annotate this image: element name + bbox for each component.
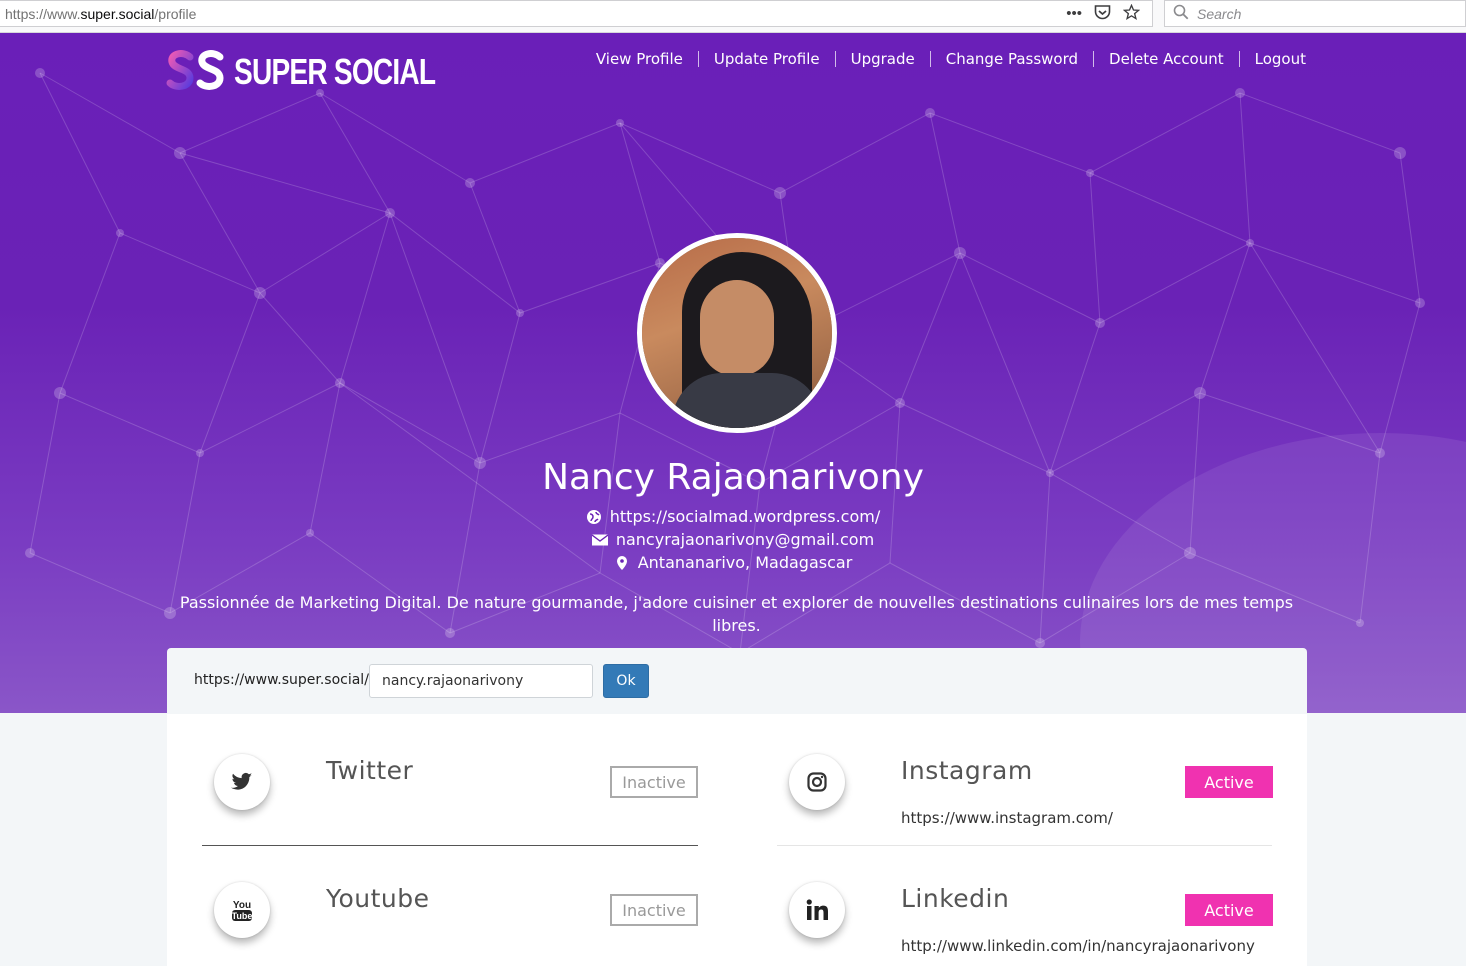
svg-text:You: You	[233, 900, 251, 911]
envelope-icon	[591, 533, 608, 545]
social-networks-panel: Twitter Inactive Instagram Active https:…	[167, 714, 1307, 966]
profile-hero: SUPER SOCIAL View Profile Update Profile…	[0, 33, 1466, 713]
youtube-icon: You Tube	[214, 882, 270, 938]
profile-website-row: https://socialmad.wordpress.com/	[0, 507, 1466, 526]
nav-change-password[interactable]: Change Password	[929, 51, 1093, 67]
nav-delete-account[interactable]: Delete Account	[1093, 51, 1239, 67]
profile-bio: Passionnée de Marketing Digital. De natu…	[179, 593, 1294, 635]
vanity-url-prefix: https://www.super.social/	[194, 672, 369, 688]
divider	[777, 845, 1272, 846]
url-host: super.social	[80, 5, 155, 22]
twitter-icon	[214, 754, 270, 810]
vanity-ok-button[interactable]: Ok	[603, 664, 649, 698]
profile-location-row: Antananarivo, Madagascar	[0, 553, 1466, 572]
network-url[interactable]: https://www.instagram.com/	[901, 809, 1113, 827]
network-status-badge[interactable]: Active	[1185, 766, 1273, 798]
bookmark-star-icon[interactable]	[1122, 3, 1141, 24]
network-status-badge[interactable]: Inactive	[610, 894, 698, 926]
svg-text:Tube: Tube	[232, 911, 253, 921]
nav-logout[interactable]: Logout	[1238, 51, 1306, 67]
browser-search-box[interactable]: Search	[1164, 0, 1466, 27]
network-url[interactable]: http://www.linkedin.com/in/nancyrajaonar…	[901, 937, 1255, 955]
address-bar[interactable]: https://www. super.social/profile •••	[0, 0, 1153, 27]
nav-update-profile[interactable]: Update Profile	[697, 51, 835, 67]
nav-view-profile[interactable]: View Profile	[581, 51, 698, 67]
network-name: Youtube	[326, 884, 430, 913]
brand-logo[interactable]: SUPER SOCIAL	[166, 49, 492, 95]
linkedin-icon	[789, 882, 845, 938]
browser-toolbar: https://www. super.social/profile ••• Sea…	[0, 0, 1466, 33]
map-pin-icon	[616, 555, 627, 570]
profile-avatar	[637, 233, 837, 433]
network-name: Twitter	[326, 756, 414, 785]
divider	[202, 845, 698, 846]
profile-email-link[interactable]: nancyrajaonarivony@gmail.com	[616, 530, 874, 549]
profile-email-row: nancyrajaonarivony@gmail.com	[0, 530, 1466, 549]
instagram-icon	[789, 754, 845, 810]
nav-upgrade[interactable]: Upgrade	[834, 51, 930, 67]
url-scheme: https://www.	[5, 5, 81, 22]
network-name: Instagram	[901, 756, 1033, 785]
network-name: Linkedin	[901, 884, 1010, 913]
profile-location: Antananarivo, Madagascar	[637, 553, 853, 572]
profile-website-link[interactable]: https://socialmad.wordpress.com/	[610, 507, 880, 526]
url-path: /profile	[154, 5, 197, 22]
more-actions-icon[interactable]: •••	[1066, 5, 1082, 22]
profile-name: Nancy Rajaonarivony	[542, 457, 924, 498]
network-status-badge[interactable]: Active	[1185, 894, 1273, 926]
search-placeholder: Search	[1197, 5, 1242, 22]
pocket-icon[interactable]	[1094, 4, 1111, 24]
network-status-badge[interactable]: Inactive	[610, 766, 698, 798]
super-social-logo-icon	[166, 50, 224, 90]
top-navigation: View Profile Update Profile Upgrade Chan…	[581, 51, 1306, 67]
vanity-url-input[interactable]	[369, 664, 593, 698]
vanity-url-bar: https://www.super.social/ Ok	[167, 648, 1307, 714]
search-icon	[1173, 4, 1189, 23]
globe-icon	[586, 509, 601, 524]
brand-name: SUPER SOCIAL	[234, 51, 436, 92]
